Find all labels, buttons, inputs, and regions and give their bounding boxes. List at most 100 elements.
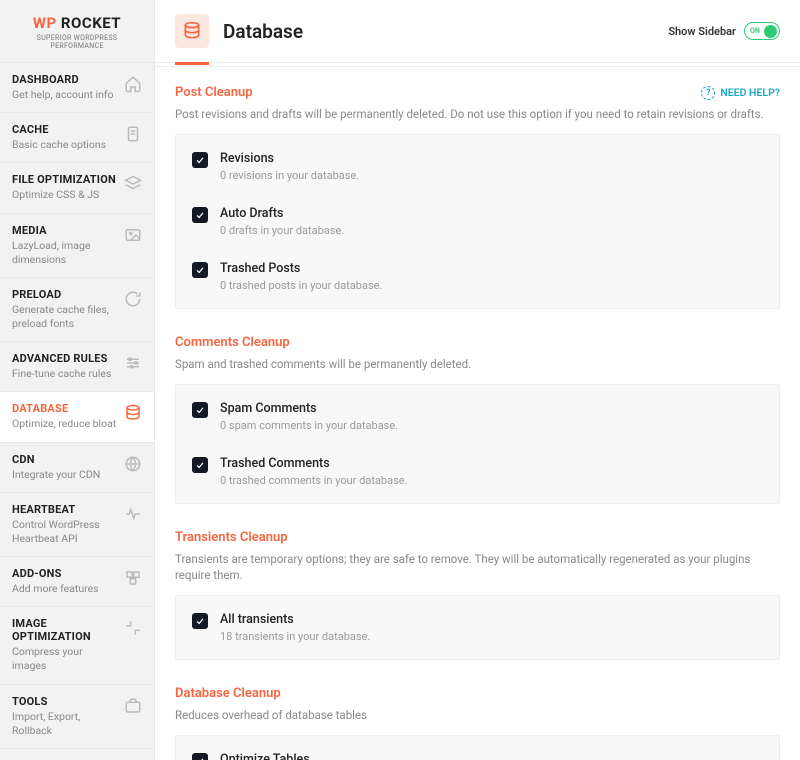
page-title: Database bbox=[223, 20, 668, 43]
toggle-dot-icon bbox=[764, 25, 777, 38]
sidebar-item-sub: Optimize CSS & JS bbox=[12, 188, 118, 202]
checkbox-auto-drafts[interactable] bbox=[192, 207, 208, 223]
sidebar-item-label: CDN bbox=[12, 453, 118, 466]
refresh-icon bbox=[124, 290, 142, 308]
section-desc: Post revisions and drafts will be perman… bbox=[175, 106, 780, 122]
briefcase-icon bbox=[124, 697, 142, 715]
sidebar-item-label: PRELOAD bbox=[12, 288, 118, 301]
sidebar-item-label: TOOLS bbox=[12, 695, 118, 708]
section-desc: Spam and trashed comments will be perman… bbox=[175, 356, 780, 372]
sidebar-item-label: DATABASE bbox=[12, 402, 118, 415]
sidebar-item-sub: Compress your images bbox=[12, 645, 118, 673]
need-help-label: NEED HELP? bbox=[720, 86, 780, 99]
panel-transients-cleanup: All transients 18 transients in your dat… bbox=[175, 595, 780, 660]
sidebar-item-sub: Generate cache files, preload fonts bbox=[12, 303, 118, 331]
sidebar-item-sub: Fine-tune cache rules bbox=[12, 367, 118, 381]
sidebar-item-tools[interactable]: TOOLS Import, Export, Rollback bbox=[0, 684, 154, 748]
section-head-transients-cleanup: Transients Cleanup bbox=[175, 530, 780, 545]
panel-database-cleanup: Optimize Tables 0 tables to optimize in … bbox=[175, 735, 780, 760]
sidebar-item-label: HEARTBEAT bbox=[12, 503, 118, 516]
option-trashed-comments: Trashed Comments 0 trashed comments in y… bbox=[176, 444, 779, 499]
database-header-icon bbox=[175, 14, 209, 48]
option-sub: 0 trashed comments in your database. bbox=[220, 474, 407, 487]
brand-rocket: ROCKET bbox=[61, 14, 121, 32]
sidebar-item-addons[interactable]: ADD-ONS Add more features bbox=[0, 556, 154, 606]
brand-logo: WP ROCKET SUPERIOR WORDPRESS PERFORMANCE bbox=[0, 0, 154, 62]
sidebar-item-label: MEDIA bbox=[12, 224, 118, 237]
section-title: Post Cleanup bbox=[175, 85, 253, 100]
option-sub: 18 transients in your database. bbox=[220, 630, 370, 643]
sidebar-item-dashboard[interactable]: DASHBOARD Get help, account info bbox=[0, 62, 154, 112]
sidebar-item-sub: Integrate your CDN bbox=[12, 468, 118, 482]
sidebar-item-label: ADD-ONS bbox=[12, 567, 118, 580]
compress-icon bbox=[124, 619, 142, 637]
sidebar-item-preload[interactable]: PRELOAD Generate cache files, preload fo… bbox=[0, 277, 154, 341]
option-title: Trashed Comments bbox=[220, 456, 407, 471]
section-desc: Transients are temporary options; they a… bbox=[175, 551, 780, 583]
toggle-on-label: ON bbox=[750, 27, 760, 35]
checkbox-optimize-tables[interactable] bbox=[192, 753, 208, 760]
option-title: All transients bbox=[220, 612, 370, 627]
sidebar-item-tutorials[interactable]: TUTORIALS Getting started and how to vid… bbox=[0, 748, 154, 760]
option-title: Trashed Posts bbox=[220, 261, 382, 276]
option-sub: 0 spam comments in your database. bbox=[220, 419, 398, 432]
sidebar-item-label: ADVANCED RULES bbox=[12, 352, 118, 365]
sidebar-item-media[interactable]: MEDIA LazyLoad, image dimensions bbox=[0, 213, 154, 277]
sidebar-item-cdn[interactable]: CDN Integrate your CDN bbox=[0, 442, 154, 492]
home-icon bbox=[124, 75, 142, 93]
checkbox-trashed-comments[interactable] bbox=[192, 457, 208, 473]
option-title: Revisions bbox=[220, 151, 359, 166]
brand-name: WP ROCKET bbox=[10, 14, 144, 32]
sidebar-item-label: FILE OPTIMIZATION bbox=[12, 173, 118, 186]
option-spam-comments: Spam Comments 0 spam comments in your da… bbox=[176, 389, 779, 444]
sidebar-item-advanced-rules[interactable]: ADVANCED RULES Fine-tune cache rules bbox=[0, 341, 154, 391]
help-icon: ? bbox=[701, 86, 715, 100]
page-header: Database Show Sidebar ON bbox=[155, 0, 800, 63]
checkbox-all-transients[interactable] bbox=[192, 613, 208, 629]
need-help-link[interactable]: ? NEED HELP? bbox=[701, 86, 780, 100]
section-head-database-cleanup: Database Cleanup bbox=[175, 686, 780, 701]
sidebar-item-file-optimization[interactable]: FILE OPTIMIZATION Optimize CSS & JS bbox=[0, 162, 154, 212]
document-icon bbox=[124, 125, 142, 143]
section-head-post-cleanup: Post Cleanup ? NEED HELP? bbox=[175, 85, 780, 100]
show-sidebar-toggle[interactable]: ON bbox=[744, 22, 780, 40]
sidebar-item-label: IMAGE OPTIMIZATION bbox=[12, 617, 118, 643]
content-scroll[interactable]: Post Cleanup ? NEED HELP? Post revisions… bbox=[155, 67, 800, 760]
app-root: WP ROCKET SUPERIOR WORDPRESS PERFORMANCE… bbox=[0, 0, 800, 760]
heartbeat-icon bbox=[124, 505, 142, 523]
sidebar-item-heartbeat[interactable]: HEARTBEAT Control WordPress Heartbeat AP… bbox=[0, 492, 154, 556]
option-optimize-tables: Optimize Tables 0 tables to optimize in … bbox=[176, 740, 779, 760]
section-head-comments-cleanup: Comments Cleanup bbox=[175, 335, 780, 350]
layers-icon bbox=[124, 175, 142, 193]
show-sidebar-label: Show Sidebar bbox=[668, 25, 736, 38]
sidebar-item-cache[interactable]: CACHE Basic cache options bbox=[0, 112, 154, 162]
checkbox-spam-comments[interactable] bbox=[192, 402, 208, 418]
globe-icon bbox=[124, 455, 142, 473]
panel-comments-cleanup: Spam Comments 0 spam comments in your da… bbox=[175, 384, 780, 504]
sidebar-nav: DASHBOARD Get help, account info CACHE B… bbox=[0, 62, 154, 760]
sidebar: WP ROCKET SUPERIOR WORDPRESS PERFORMANCE… bbox=[0, 0, 155, 760]
sidebar-item-image-optimization[interactable]: IMAGE OPTIMIZATION Compress your images bbox=[0, 606, 154, 683]
sidebar-item-database[interactable]: DATABASE Optimize, reduce bloat bbox=[0, 391, 154, 441]
database-icon bbox=[124, 404, 142, 422]
option-sub: 0 drafts in your database. bbox=[220, 224, 344, 237]
checkbox-revisions[interactable] bbox=[192, 152, 208, 168]
section-title: Database Cleanup bbox=[175, 686, 281, 701]
image-icon bbox=[124, 226, 142, 244]
brand-wp: WP bbox=[33, 14, 57, 32]
sidebar-item-sub: Optimize, reduce bloat bbox=[12, 417, 118, 431]
brand-tagline: SUPERIOR WORDPRESS PERFORMANCE bbox=[10, 34, 144, 50]
sidebar-item-sub: Control WordPress Heartbeat API bbox=[12, 518, 118, 546]
option-sub: 0 trashed posts in your database. bbox=[220, 279, 382, 292]
sidebar-item-sub: Import, Export, Rollback bbox=[12, 710, 118, 738]
sidebar-item-label: DASHBOARD bbox=[12, 73, 118, 86]
option-sub: 0 revisions in your database. bbox=[220, 169, 359, 182]
sidebar-item-label: CACHE bbox=[12, 123, 118, 136]
option-title: Optimize Tables bbox=[220, 752, 403, 760]
sidebar-item-sub: Add more features bbox=[12, 582, 118, 596]
checkbox-trashed-posts[interactable] bbox=[192, 262, 208, 278]
sidebar-item-sub: LazyLoad, image dimensions bbox=[12, 239, 118, 267]
panel-post-cleanup: Revisions 0 revisions in your database. … bbox=[175, 134, 780, 309]
option-all-transients: All transients 18 transients in your dat… bbox=[176, 600, 779, 655]
sidebar-item-sub: Get help, account info bbox=[12, 88, 118, 102]
